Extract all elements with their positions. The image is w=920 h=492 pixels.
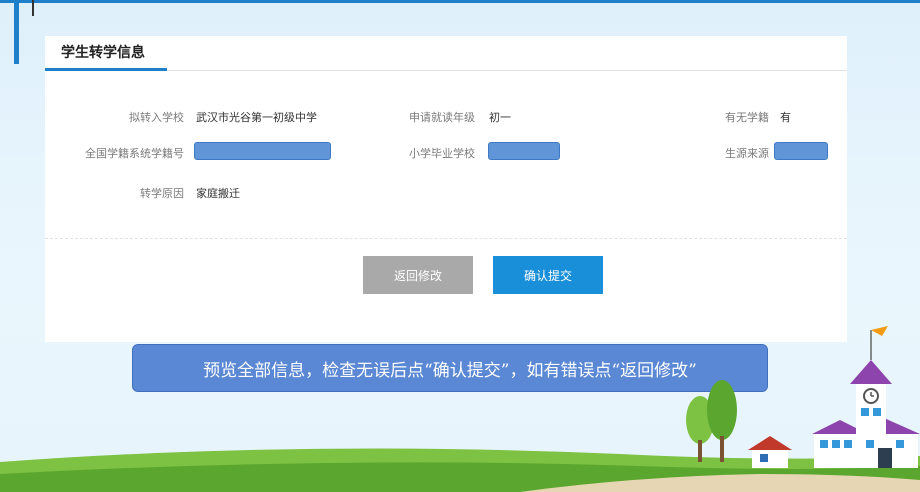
- top-accent-rule: [0, 0, 920, 3]
- info-row-3: 转学原因 家庭搬迁: [45, 182, 847, 202]
- has-registry-value: 有: [780, 111, 791, 124]
- reason-label: 转学原因: [140, 187, 184, 200]
- has-registry-label: 有无学籍: [725, 111, 769, 124]
- target-school-label: 拟转入学校: [129, 111, 184, 124]
- primary-school-redacted-value: [488, 142, 560, 160]
- transfer-info-panel: 学生转学信息 拟转入学校 武汉市光谷第一初级中学 申请就读年级 初一 有无学籍 …: [45, 36, 847, 342]
- target-school-value: 武汉市光谷第一初级中学: [196, 111, 317, 124]
- student-source-label: 生源来源: [725, 147, 769, 160]
- info-row-1: 拟转入学校 武汉市光谷第一初级中学 申请就读年级 初一 有无学籍 有: [45, 106, 847, 126]
- grade-value: 初一: [489, 111, 511, 124]
- reason-value: 家庭搬迁: [196, 187, 240, 200]
- page-title: 学生转学信息: [61, 45, 145, 61]
- confirm-submit-button[interactable]: 确认提交: [493, 256, 603, 294]
- panel-header: 学生转学信息: [45, 36, 847, 71]
- school-building-illustration: [686, 326, 920, 468]
- left-accent-bar: [14, 0, 19, 64]
- title-underline: [45, 68, 167, 71]
- back-to-edit-button[interactable]: 返回修改: [363, 256, 473, 294]
- grade-label: 申请就读年级: [409, 111, 475, 124]
- dashed-separator: [45, 238, 847, 239]
- left-tick-mark: [32, 0, 34, 16]
- national-id-redacted-value: [194, 142, 331, 160]
- info-row-2: 全国学籍系统学籍号 小学毕业学校 生源来源: [45, 142, 847, 162]
- primary-school-label: 小学毕业学校: [409, 147, 475, 160]
- national-id-label: 全国学籍系统学籍号: [85, 147, 184, 160]
- student-source-redacted-value: [774, 142, 828, 160]
